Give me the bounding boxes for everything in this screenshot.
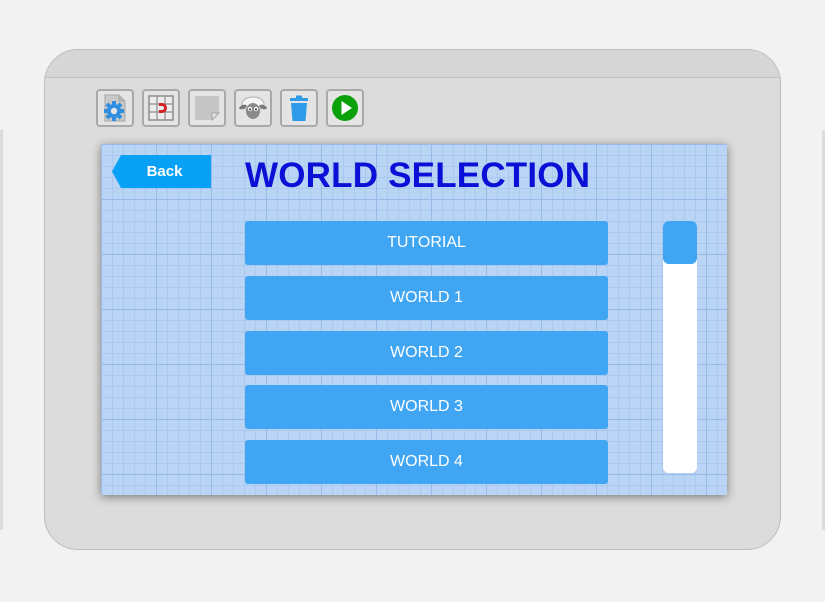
sheep-button[interactable] — [234, 89, 272, 127]
back-button[interactable]: Back — [112, 155, 211, 188]
world-button-4[interactable]: WORLD 4 — [245, 440, 608, 484]
scrollbar-thumb[interactable] — [663, 221, 697, 264]
magnet-grid-button[interactable] — [142, 89, 180, 127]
world-selection-screen: Back WORLD SELECTION TUTORIAL WORLD 1 WO… — [101, 144, 727, 495]
left-edge-strip — [0, 130, 3, 530]
blank-page-button[interactable] — [188, 89, 226, 127]
play-icon — [332, 95, 358, 121]
sheep-icon — [239, 96, 267, 119]
world-button-3[interactable]: WORLD 3 — [245, 385, 608, 429]
trash-icon — [290, 95, 308, 121]
delete-button[interactable] — [280, 89, 318, 127]
device-top-bar — [45, 50, 780, 78]
world-button-tutorial[interactable]: TUTORIAL — [245, 221, 608, 265]
settings-gear-icon — [104, 94, 126, 122]
world-button-2[interactable]: WORLD 2 — [245, 331, 608, 375]
blank-page-icon — [195, 96, 221, 122]
scrollbar-track[interactable] — [663, 221, 697, 473]
page-title: WORLD SELECTION — [245, 156, 591, 195]
device-frame: Back WORLD SELECTION TUTORIAL WORLD 1 WO… — [44, 49, 781, 550]
settings-button[interactable] — [96, 89, 134, 127]
magnet-grid-icon — [148, 95, 174, 121]
world-button-1[interactable]: WORLD 1 — [245, 276, 608, 320]
play-button[interactable] — [326, 89, 364, 127]
